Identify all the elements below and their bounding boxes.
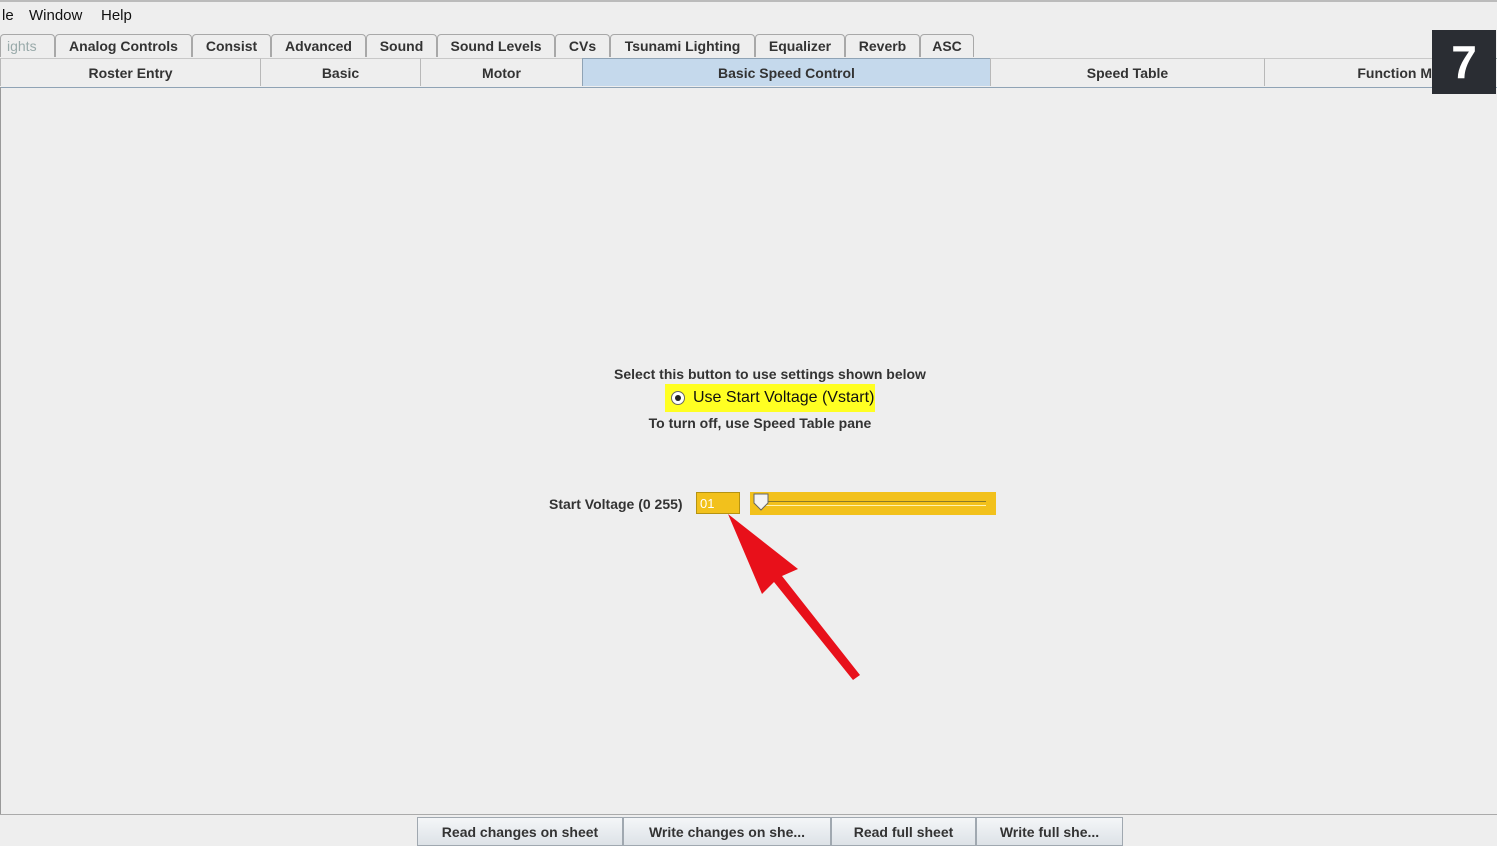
tab-sound-levels[interactable]: Sound Levels — [437, 34, 555, 57]
turn-off-note: To turn off, use Speed Table pane — [648, 415, 872, 431]
tab-basic[interactable]: Basic — [260, 58, 420, 86]
tab-asc[interactable]: ASC — [920, 34, 974, 57]
slider-thumb[interactable] — [753, 493, 769, 511]
tab-sound[interactable]: Sound — [366, 34, 437, 57]
step-number-badge: 7 — [1432, 30, 1496, 94]
tab-tsunami-lighting[interactable]: Tsunami Lighting — [610, 34, 755, 57]
tab-speed-table[interactable]: Speed Table — [990, 58, 1264, 86]
red-arrow-icon — [728, 514, 860, 680]
write-full-sheet-button[interactable]: Write full she... — [976, 817, 1123, 846]
tab-motor[interactable]: Motor — [420, 58, 582, 86]
tab-reverb[interactable]: Reverb — [845, 34, 920, 57]
tab-row-bottom: Roster Entry Basic Motor Basic Speed Con… — [0, 58, 1497, 88]
write-changes-button[interactable]: Write changes on she... — [623, 817, 831, 846]
start-voltage-field[interactable] — [696, 492, 740, 514]
tab-advanced[interactable]: Advanced — [271, 34, 366, 57]
read-changes-button[interactable]: Read changes on sheet — [417, 817, 623, 846]
menu-file[interactable]: le — [2, 7, 14, 24]
tab-analog-controls[interactable]: Analog Controls — [55, 34, 192, 57]
radio-label: Use Start Voltage (Vstart) — [693, 389, 875, 406]
slider-track — [760, 501, 986, 506]
start-voltage-label: Start Voltage (0 255) — [549, 496, 683, 512]
tab-row-top: ights Analog Controls Consist Advanced S… — [0, 31, 1497, 59]
instruction-text: Select this button to use settings shown… — [614, 366, 926, 382]
tab-cvs[interactable]: CVs — [555, 34, 610, 57]
tab-equalizer[interactable]: Equalizer — [755, 34, 845, 57]
tab-roster-entry[interactable]: Roster Entry — [0, 58, 260, 86]
tab-basic-speed-control[interactable]: Basic Speed Control — [582, 58, 990, 86]
radio-selected-icon — [671, 391, 685, 405]
menu-bar: le Window Help — [0, 0, 1497, 31]
use-start-voltage-radio[interactable]: Use Start Voltage (Vstart) — [665, 384, 875, 412]
bottom-button-bar: Read changes on sheet Write changes on s… — [0, 814, 1497, 846]
read-full-sheet-button[interactable]: Read full sheet — [831, 817, 976, 846]
menu-help[interactable]: Help — [101, 7, 132, 24]
tab-lights[interactable]: ights — [0, 34, 55, 57]
tab-consist[interactable]: Consist — [192, 34, 271, 57]
menu-window[interactable]: Window — [29, 7, 82, 24]
tab-function-map[interactable]: Function M — [1264, 58, 1432, 86]
panel-left-border — [0, 87, 1, 814]
